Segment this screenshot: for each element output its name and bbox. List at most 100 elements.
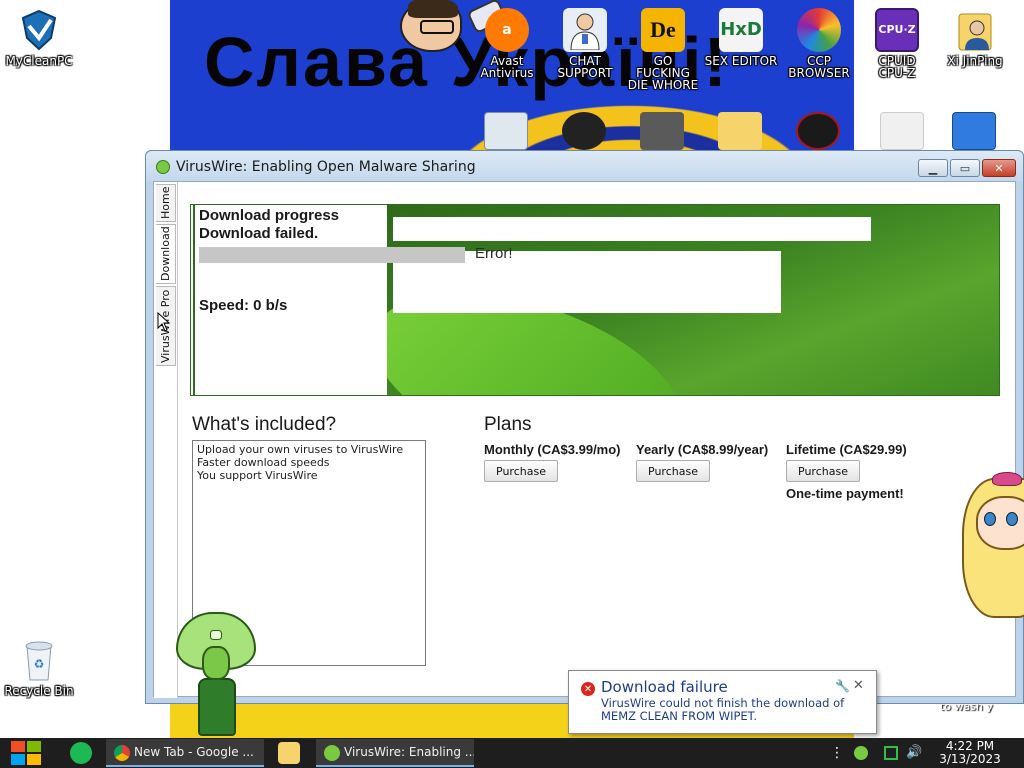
- wallpaper-cartoon-head: [400, 0, 462, 52]
- plan-yearly-name: Yearly (CA$8.99/year): [636, 442, 769, 457]
- mouse-cursor-icon: [157, 312, 171, 332]
- window-title: VirusWire: Enabling Open Malware Sharing: [176, 159, 476, 175]
- character-gem: [210, 630, 222, 640]
- tab-home[interactable]: Home: [156, 184, 176, 222]
- desktop-icon-label: Xi JinPing: [947, 54, 1003, 68]
- desktop-icon-label: CHAT SUPPORT: [557, 54, 613, 80]
- file-explorer-icon[interactable]: [278, 742, 300, 764]
- desktop-icon-label: MyCleanPC: [5, 54, 73, 68]
- viruswire-tray-icon[interactable]: [854, 746, 868, 760]
- folder-icon[interactable]: [718, 112, 762, 150]
- task-label: New Tab - Google ...: [134, 745, 254, 759]
- cpu-icon: CPU·Z: [875, 8, 919, 52]
- de-app-icon: De: [641, 8, 685, 52]
- close-button[interactable]: ✕: [982, 159, 1016, 177]
- window-client-area: Home Download VirusWire Pro Download pro…: [153, 181, 1016, 698]
- purchase-yearly-button[interactable]: Purchase: [636, 460, 710, 482]
- notification-close-icon[interactable]: ✕: [853, 678, 864, 693]
- character-horns: [992, 472, 1022, 486]
- system-clock[interactable]: 4:22 PM 3/13/2023: [930, 740, 1010, 766]
- close-icon: ✕: [994, 161, 1004, 175]
- download-progress-bar: [199, 247, 465, 263]
- download-progress-title: Download progress: [199, 207, 340, 224]
- error-text: Error!: [475, 245, 513, 262]
- download-panel: Download progress Download failed. Error…: [190, 204, 1000, 396]
- character-eye: [984, 512, 996, 526]
- windows-logo-icon: [11, 741, 25, 752]
- vertical-tab-strip: Home Download VirusWire Pro: [154, 182, 178, 698]
- download-heading: Download progress Download failed.: [199, 207, 339, 243]
- clock-date: 3/13/2023: [939, 752, 1001, 766]
- network-icon[interactable]: [884, 746, 898, 760]
- start-button[interactable]: [10, 740, 42, 766]
- wrench-options-icon[interactable]: 🔧: [835, 679, 850, 693]
- document-icon[interactable]: [484, 112, 528, 150]
- tab-download[interactable]: Download: [156, 224, 176, 284]
- task-label: VirusWire: Enabling ...: [344, 745, 474, 759]
- taskbar-item-chrome[interactable]: New Tab - Google ...: [106, 739, 264, 767]
- star-character-sticker: [962, 472, 1024, 622]
- desktop-icon-recycle-bin[interactable]: ♻ Recycle Bin: [2, 638, 76, 697]
- volume-icon[interactable]: 🔊: [906, 746, 922, 760]
- windows-logo-icon: [27, 741, 41, 752]
- desktop-icon-go-die[interactable]: De GO FUCKING DIE WHORE: [626, 8, 700, 91]
- maximize-button[interactable]: ▭: [950, 159, 980, 177]
- more-dots-icon[interactable]: ⋮: [830, 746, 844, 760]
- windows-logo-icon: [27, 754, 41, 765]
- taskbar-item-viruswire[interactable]: VirusWire: Enabling ...: [316, 739, 474, 767]
- taskbar: New Tab - Google ... VirusWire: Enabling…: [0, 738, 1024, 768]
- window-titlebar[interactable]: VirusWire: Enabling Open Malware Sharing…: [146, 151, 1023, 181]
- user-folder-icon: [953, 8, 997, 52]
- plan-monthly-name: Monthly (CA$3.99/mo): [484, 442, 621, 457]
- desktop-icon-label: CCP BROWSER: [788, 54, 850, 80]
- purchase-lifetime-button[interactable]: Purchase: [786, 460, 860, 482]
- stack-windows-icon[interactable]: [640, 112, 684, 150]
- viruswire-window[interactable]: VirusWire: Enabling Open Malware Sharing…: [145, 150, 1024, 704]
- character-face: [202, 646, 230, 680]
- desktop-icon-avast[interactable]: a Avast Antivirus: [470, 8, 544, 79]
- spotify-icon[interactable]: [70, 742, 92, 764]
- avast-icon: a: [485, 8, 529, 52]
- hex-editor-icon: HxD: [719, 8, 763, 52]
- download-failure-notification[interactable]: ✕ Download failure VirusWire could not f…: [568, 670, 877, 734]
- desktop-icon-label: Recycle Bin: [4, 684, 74, 698]
- windows-logo-icon: [11, 754, 25, 765]
- notification-title: Download failure: [601, 678, 728, 696]
- desktop-icon-label: Avast Antivirus: [480, 54, 534, 80]
- mycleanpc-icon: [17, 8, 61, 52]
- download-banner: [387, 205, 999, 395]
- purchase-monthly-button[interactable]: Purchase: [484, 460, 558, 482]
- desktop-icon-chat-support[interactable]: CHAT SUPPORT: [548, 8, 622, 79]
- character-body: [198, 678, 236, 736]
- viruswire-app-icon: [324, 745, 340, 761]
- download-status-text: Download failed.: [199, 225, 319, 242]
- one-time-payment-note: One-time payment!: [786, 486, 904, 501]
- browser-icon: [797, 8, 841, 52]
- skull-icon[interactable]: [562, 112, 606, 150]
- desktop-icon-mycleanpc[interactable]: MyCleanPC: [2, 8, 76, 67]
- minimize-button[interactable]: ▁: [918, 159, 948, 177]
- svg-text:♻: ♻: [34, 657, 45, 671]
- monitor-icon[interactable]: [952, 112, 996, 150]
- desktop-icon-label: CPUID CPU-Z: [878, 54, 916, 80]
- desktop-icon-ccp-browser[interactable]: CCP BROWSER: [782, 8, 856, 79]
- plans-heading: Plans: [484, 414, 532, 435]
- included-heading: What's included?: [192, 414, 337, 435]
- banner-white-box: [393, 217, 871, 241]
- doctor-icon: [563, 8, 607, 52]
- red-logo-icon[interactable]: [796, 112, 840, 150]
- list-item: Faster download speeds: [197, 456, 330, 469]
- blank-file-icon[interactable]: [880, 112, 924, 150]
- desktop-icon-label: GO FUCKING DIE WHORE: [627, 54, 699, 92]
- desktop-icon-cpuz[interactable]: CPU·Z CPUID CPU-Z: [860, 8, 934, 79]
- download-speed: Speed: 0 b/s: [199, 297, 288, 314]
- peridot-character-sticker: [176, 612, 258, 738]
- plan-lifetime-name: Lifetime (CA$29.99): [786, 442, 907, 457]
- list-item: Upload your own viruses to VirusWire: [197, 443, 404, 456]
- desktop-icon-sex-editor[interactable]: HxD SEX EDITOR: [704, 8, 778, 67]
- desktop-icon-label: SEX EDITOR: [704, 54, 778, 68]
- download-status-area: Download progress Download failed. Error…: [193, 205, 513, 395]
- list-item: You support VirusWire: [197, 469, 318, 482]
- desktop-icon-xi-jinping[interactable]: Xi JinPing: [938, 8, 1012, 67]
- error-icon: ✕: [581, 682, 595, 696]
